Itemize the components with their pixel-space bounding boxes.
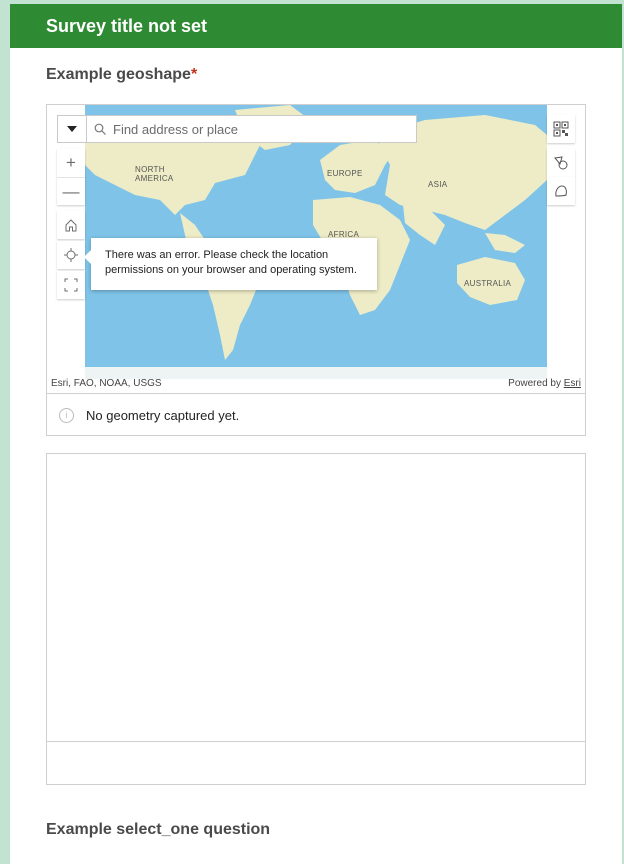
locate-icon bbox=[64, 248, 78, 262]
map-attribution: Esri, FAO, NOAA, USGS bbox=[51, 378, 162, 389]
label-australia: AUSTRALIA bbox=[464, 279, 512, 288]
required-marker: * bbox=[190, 66, 198, 83]
map-search bbox=[57, 115, 417, 143]
question-label-select-one: Example select_one question bbox=[46, 821, 271, 838]
zoom-in-button[interactable]: + bbox=[57, 149, 85, 177]
geometry-status: i No geometry captured yet. bbox=[47, 393, 585, 436]
status-text: No geometry captured yet. bbox=[86, 407, 240, 423]
draw-polygon-button[interactable] bbox=[547, 149, 575, 177]
search-icon bbox=[87, 116, 113, 142]
panel-divider bbox=[47, 741, 585, 742]
question-label-geoshape: Example geoshape* bbox=[46, 66, 198, 83]
map-view[interactable]: NORTH AMERICA EUROPE ASIA AFRICA AUSTRAL… bbox=[47, 105, 585, 392]
powered-by: Powered by Esri bbox=[508, 378, 581, 389]
label-asia: ASIA bbox=[428, 180, 448, 189]
error-message: There was an error. Please check the loc… bbox=[105, 249, 357, 276]
zoom-out-button[interactable]: — bbox=[57, 177, 85, 206]
search-input[interactable] bbox=[113, 116, 416, 142]
location-error-popup: There was an error. Please check the loc… bbox=[84, 238, 377, 290]
home-button[interactable] bbox=[57, 211, 85, 239]
geoshape-map-widget: NORTH AMERICA EUROPE ASIA AFRICA AUSTRAL… bbox=[46, 104, 586, 436]
esri-link[interactable]: Esri bbox=[564, 378, 581, 389]
shapes-icon bbox=[554, 156, 568, 170]
label-europe: EUROPE bbox=[327, 169, 363, 178]
home-icon bbox=[65, 219, 77, 232]
freehand-draw-button[interactable] bbox=[547, 177, 575, 205]
survey-header: Survey title not set bbox=[10, 4, 622, 48]
blank-panel bbox=[46, 453, 586, 785]
label-north-america: NORTH AMERICA bbox=[135, 165, 174, 183]
chevron-down-icon bbox=[67, 126, 77, 132]
basemap-gallery-button[interactable] bbox=[547, 115, 575, 143]
zoom-controls: + — bbox=[57, 149, 85, 205]
fullscreen-icon bbox=[64, 278, 78, 292]
survey-card: Survey title not set Example geoshape* N… bbox=[10, 4, 622, 864]
fullscreen-button[interactable] bbox=[57, 271, 85, 299]
locate-button[interactable] bbox=[57, 241, 85, 269]
search-source-dropdown[interactable] bbox=[58, 116, 87, 142]
lasso-icon bbox=[555, 185, 567, 197]
survey-title: Survey title not set bbox=[46, 15, 208, 36]
qr-code-icon bbox=[553, 121, 569, 137]
info-icon: i bbox=[59, 407, 74, 423]
